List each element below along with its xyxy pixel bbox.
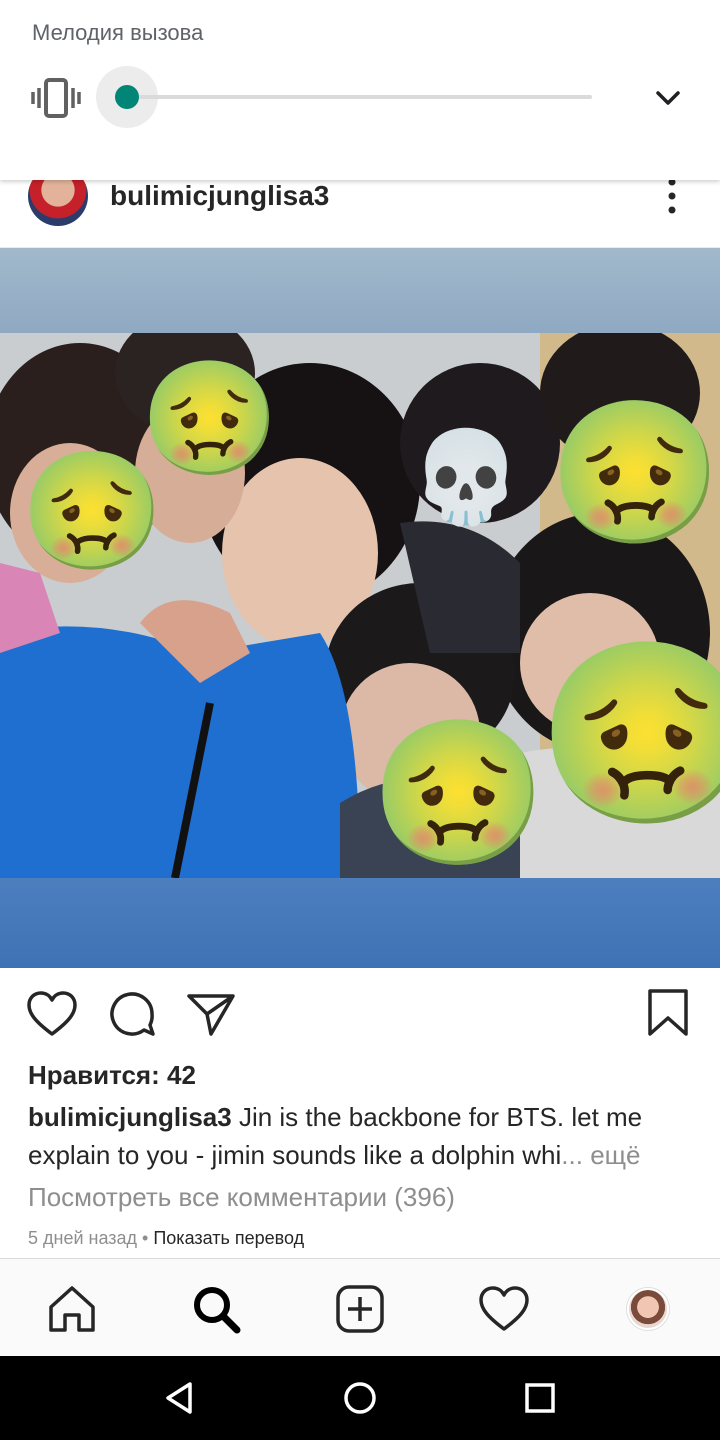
comment-icon[interactable] [108,990,156,1038]
photo-scene: 🤢 🤢 💀 🤢 🤢 🤢 [0,333,720,878]
recents-icon[interactable] [520,1378,560,1418]
vibrate-icon[interactable] [30,76,82,120]
post-timestamp: 5 дней назад [28,1228,138,1248]
more-vertical-icon[interactable] [660,176,684,216]
photo-border-bottom [0,878,720,968]
heart-icon[interactable] [26,990,78,1038]
bottom-nav [0,1258,720,1356]
photo-border-top [0,248,720,333]
meta-separator: • [137,1228,154,1248]
caption-username[interactable]: bulimicjunglisa3 [28,1102,232,1132]
slider-thumb[interactable] [115,85,139,109]
nauseated-face-emoji: 🤢 [370,714,547,873]
show-translation-link[interactable]: Показать перевод [153,1228,304,1248]
post-username[interactable]: bulimicjunglisa3 [110,180,329,212]
like-count[interactable]: Нравится: 42 [28,1060,196,1091]
nauseated-face-emoji: 🤢 [20,446,165,576]
post-photo[interactable]: 🤢 🤢 💀 🤢 🤢 🤢 [0,248,720,968]
home-circle-icon[interactable] [340,1378,380,1418]
volume-panel: Мелодия вызова [0,0,720,180]
bookmark-icon[interactable] [646,988,690,1038]
back-icon[interactable] [160,1378,200,1418]
slider-track [126,95,592,99]
system-nav-bar [0,1356,720,1440]
search-icon[interactable] [190,1283,242,1335]
post-caption: bulimicjunglisa3 Jin is the backbone for… [28,1098,698,1174]
skull-emoji: 💀 [410,428,523,528]
caption-more-link[interactable]: ... ещё [561,1140,640,1170]
add-post-icon[interactable] [334,1283,386,1335]
chevron-down-icon[interactable] [652,82,684,114]
post-meta: 5 дней назад • Показать перевод [28,1228,304,1249]
nauseated-face-emoji: 🤢 [536,634,720,833]
nauseated-face-emoji: 🤢 [548,394,720,551]
home-icon[interactable] [46,1283,98,1335]
post-actions [0,968,720,1060]
send-icon[interactable] [186,990,236,1038]
profile-avatar[interactable] [627,1288,669,1330]
activity-heart-icon[interactable] [478,1283,530,1335]
view-comments-link[interactable]: Посмотреть все комментарии (396) [28,1182,455,1213]
ringtone-volume-slider[interactable] [96,66,596,128]
volume-title: Мелодия вызова [32,20,204,45]
